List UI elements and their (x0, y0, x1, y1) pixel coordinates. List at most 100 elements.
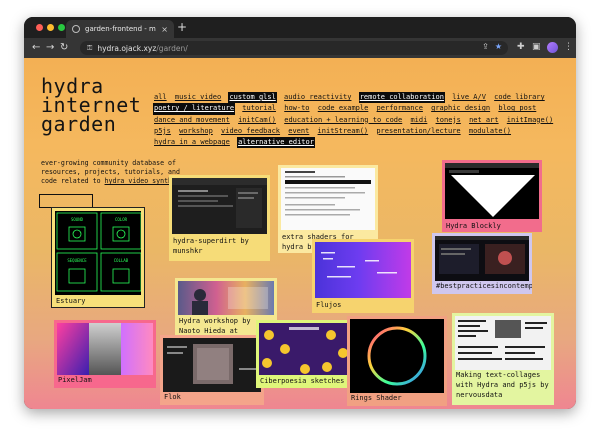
card-ciberpoesia[interactable]: Ciberpoesia sketches (256, 320, 352, 388)
estuary-label-1: SOUND (71, 217, 84, 222)
card-thumbnail (281, 168, 375, 230)
tag-filter-link[interactable]: blog post (497, 103, 537, 114)
card-title: Estuary (56, 297, 86, 305)
site-info-icon[interactable]: ⚿ (87, 44, 92, 53)
share-icon[interactable]: ⇪ (482, 42, 489, 51)
tag-filter-link[interactable]: education + learning to code (283, 115, 403, 126)
reload-button[interactable]: ↻ (60, 41, 68, 54)
estuary-label-3: SEQUENCE (67, 258, 87, 263)
profile-avatar[interactable] (547, 42, 558, 53)
card-flujos[interactable]: Flujos (312, 239, 414, 313)
minimize-window-button[interactable] (47, 24, 54, 31)
tag-filter-link[interactable]: midi (409, 115, 428, 126)
card-title: PixelJam (58, 376, 92, 384)
site-description: ever-growing community database of resou… (41, 159, 183, 187)
card-estuary[interactable]: SOUND COLOR SEQUENCE COLLAB Estuary (51, 207, 145, 308)
card-thumbnail (315, 242, 411, 298)
card-title: Flujos (316, 301, 342, 309)
flok-image (167, 344, 257, 384)
flujos-image (321, 252, 397, 278)
tag-filter-link[interactable]: hydra in a webpage (153, 137, 231, 148)
browser-toolbar: ← → ↻ ⚿ hydra.ojack.xyz/garden/ ⇪ ★ ✚ ▣ … (24, 38, 576, 58)
card-thumbnail (455, 316, 551, 370)
ciberpoesia-image (262, 327, 348, 374)
tag-filter-link[interactable]: performance (376, 103, 424, 114)
card-thumbnail (445, 163, 539, 219)
tag-filter-link[interactable]: how-to (283, 103, 310, 114)
tag-filter-link[interactable]: initImage() (506, 115, 554, 126)
card-thumbnail (178, 281, 274, 315)
tag-filter-link[interactable]: event (287, 126, 310, 137)
card-hydra-blockly[interactable]: Hydra Blockly (442, 160, 542, 232)
browser-tab[interactable]: garden-frontend - main × (66, 20, 174, 38)
address-bar-actions: ⇪ ★ (482, 42, 502, 51)
card-hydra-superdirt[interactable]: hydra-superdirt by munshkr (169, 175, 270, 261)
tag-filter-link[interactable]: graphic design (430, 103, 491, 114)
card-thumbnail (172, 178, 267, 234)
card-title: Flok (164, 393, 181, 401)
bookmark-star-icon[interactable]: ★ (495, 42, 502, 51)
browser-menu-icon[interactable]: ⋮ (564, 42, 573, 53)
back-button[interactable]: ← (32, 41, 40, 54)
tag-filter-link[interactable]: presentation/lecture (375, 126, 461, 137)
rings-image (367, 326, 427, 386)
tag-filter-link[interactable]: poetry / literature (153, 103, 236, 115)
page-content: hydra internet garden ever-growing commu… (24, 58, 576, 409)
close-tab-icon[interactable]: × (161, 25, 168, 34)
hydra-link[interactable]: hydra video synth (105, 177, 173, 185)
url-path: /garden/ (156, 43, 188, 53)
tag-filter-link[interactable]: dance and movement (153, 115, 231, 126)
tag-filter-link[interactable]: code library (493, 92, 546, 103)
card-pixeljam[interactable]: PixelJam (54, 320, 156, 388)
tag-filter-link[interactable]: live A/V (451, 92, 487, 103)
card-thumbnail: SOUND COLOR SEQUENCE COLLAB (55, 211, 141, 295)
extensions-icon[interactable]: ✚ (517, 42, 525, 53)
tag-filter-link[interactable]: net art (468, 115, 500, 126)
card-title: Ciberpoesia sketches (260, 377, 345, 385)
site-title: hydra internet garden (41, 74, 142, 136)
submit-button-outline[interactable] (39, 194, 93, 208)
card-thumbnail (350, 319, 444, 393)
url-text: hydra.ojack.xyz/garden/ (97, 44, 187, 53)
tag-filter-link[interactable]: custom glsl (228, 92, 277, 104)
card-thumbnail (259, 323, 349, 375)
tag-filter-link[interactable]: all (153, 92, 168, 103)
tag-filter-link[interactable]: initCam() (237, 115, 277, 126)
globe-icon (72, 25, 80, 33)
tag-filter-link[interactable]: p5js (153, 126, 172, 137)
card-bestpractices[interactable]: #bestpracticesincontemporary (432, 233, 532, 294)
card-thumbnail (435, 236, 529, 281)
tag-filter-link[interactable]: music video (174, 92, 222, 103)
tag-filter-link[interactable]: tutorial (241, 103, 277, 114)
close-window-button[interactable] (36, 24, 43, 31)
tag-filter-list: all music video custom glsl audio reacti… (153, 92, 563, 149)
tag-filter-link[interactable]: remote collaboration (358, 92, 445, 104)
browser-window: garden-frontend - main × + ← → ↻ ⚿ hydra… (24, 17, 576, 409)
workshop-photo (192, 287, 268, 315)
zoom-window-button[interactable] (58, 24, 65, 31)
card-rings-shader[interactable]: Rings Shader (347, 316, 447, 406)
tab-title: garden-frontend - main (85, 25, 156, 33)
estuary-grid-image: SOUND COLOR SEQUENCE COLLAB (56, 212, 141, 292)
blockly-triangle-image (445, 163, 539, 217)
new-tab-button[interactable]: + (177, 21, 187, 33)
card-thumbnail (163, 338, 261, 392)
tag-filter-link[interactable]: audio reactivity (283, 92, 352, 103)
tag-filter-link[interactable]: code example (317, 103, 370, 114)
card-title: hydra-superdirt by munshkr (173, 237, 249, 255)
tag-filter-link[interactable]: initStream() (317, 126, 370, 137)
card-title: Rings Shader (351, 394, 402, 402)
tag-filter-link[interactable]: video feedback (220, 126, 281, 137)
card-flok[interactable]: Flok (160, 335, 264, 405)
bestpractices-screenshot (435, 236, 529, 274)
address-bar[interactable]: ⚿ hydra.ojack.xyz/garden/ ⇪ ★ (80, 41, 508, 55)
card-text-collages[interactable]: Making text-collages with Hydra and p5js… (452, 313, 554, 405)
forward-button[interactable]: → (46, 41, 54, 54)
tab-bar: garden-frontend - main × + (24, 17, 576, 38)
shaders-doc-screenshot (285, 171, 371, 216)
tag-filter-link[interactable]: alternative editor (237, 137, 315, 149)
tag-filter-link[interactable]: workshop (178, 126, 214, 137)
tag-filter-link[interactable]: modulate() (468, 126, 512, 137)
tag-filter-link[interactable]: tonejs (435, 115, 462, 126)
side-panel-icon[interactable]: ▣ (532, 42, 541, 53)
